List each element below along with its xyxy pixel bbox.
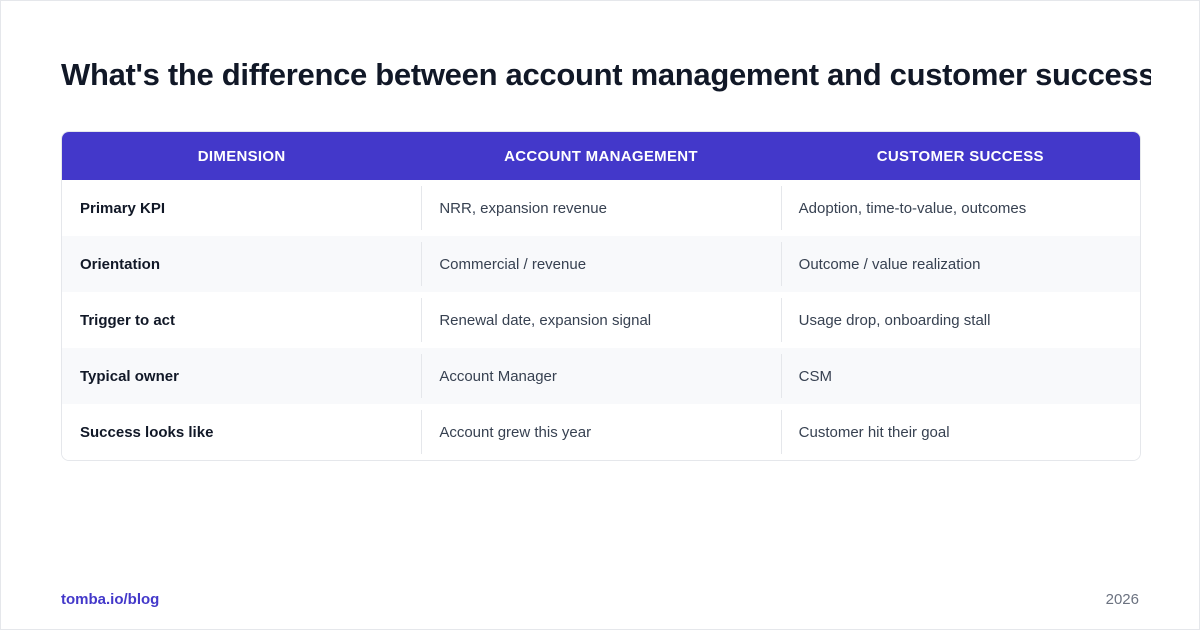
customer-success-cell: CSM [780,348,1140,404]
comparison-table: DIMENSION ACCOUNT MANAGEMENT CUSTOMER SU… [61,131,1141,461]
customer-success-cell: Customer hit their goal [780,404,1140,460]
column-header-dimension: DIMENSION [197,147,286,165]
blog-card: What's the difference between account ma… [0,0,1200,630]
column-header-customer-success: CUSTOMER SUCCESS [876,147,1044,165]
account-management-cell: NRR, expansion revenue [421,180,780,236]
row-label: Typical owner [80,367,179,385]
table-row: Trigger to act Renewal date, expansion s… [62,292,1140,348]
account-management-cell: Renewal date, expansion signal [421,292,780,348]
column-header-account-management: ACCOUNT MANAGEMENT [504,147,698,165]
account-management-cell: Account Manager [421,348,780,404]
footer-year: 2026 [1105,591,1139,608]
table-row: Success looks like Account grew this yea… [62,404,1140,460]
page-title: What's the difference between account ma… [61,57,1151,92]
table-header: DIMENSION ACCOUNT MANAGEMENT CUSTOMER SU… [62,132,1140,180]
row-label: Success looks like [80,423,214,441]
row-label: Orientation [80,255,161,273]
table-row: Primary KPI NRR, expansion revenue Adopt… [62,180,1140,236]
table-row: Orientation Commercial / revenue Outcome… [62,236,1140,292]
row-label: Trigger to act [80,311,176,329]
account-management-cell: Account grew this year [421,404,780,460]
footer-brand-link[interactable]: tomba.io/blog [61,591,159,608]
customer-success-cell: Outcome / value realization [780,236,1140,292]
customer-success-cell: Adoption, time-to-value, outcomes [780,180,1140,236]
customer-success-cell: Usage drop, onboarding stall [780,292,1140,348]
row-label: Primary KPI [80,199,166,217]
table-row: Typical owner Account Manager CSM [62,348,1140,404]
account-management-cell: Commercial / revenue [421,236,780,292]
